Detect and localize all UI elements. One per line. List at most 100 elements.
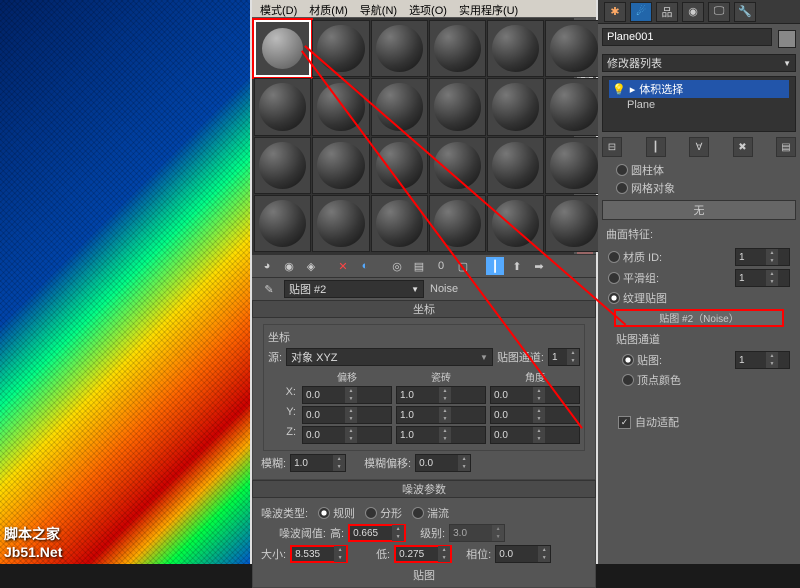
blur-offset-spinner[interactable]: 0.0▲▼ [415,454,471,472]
sample-slot[interactable] [429,195,486,252]
show-end-result-icon[interactable]: ┃ [646,137,666,157]
radio-mesh-obj[interactable]: 网格对象 [616,180,675,196]
sample-slot[interactable] [254,137,311,194]
radio-regular[interactable]: 规则 [318,505,355,521]
material-name-select[interactable]: 贴图 #2 [284,280,424,298]
sample-slot[interactable] [487,137,544,194]
y-tile-spinner[interactable]: 1.0▲▼ [396,406,486,424]
copy-icon[interactable]: ◐ [356,257,374,275]
rollout-noise-header[interactable]: 噪波参数 [252,480,596,498]
menu-options[interactable]: 选项(O) [409,2,447,15]
low-spinner[interactable]: 0.275▲▼ [394,545,452,563]
put-to-scene-icon[interactable]: ◉ [280,257,298,275]
radio-turbulence[interactable]: 湍流 [412,505,449,521]
lightbulb-icon[interactable]: 💡 [612,83,626,96]
rollout-coords-header[interactable]: 坐标 [252,300,596,318]
matid-spinner[interactable]: 1▲▼ [735,248,790,266]
sample-slot[interactable] [429,78,486,135]
color-swatch[interactable] [778,30,796,48]
sample-slot[interactable] [487,78,544,135]
x-tile-spinner[interactable]: 1.0▲▼ [396,386,486,404]
sample-slot[interactable] [429,137,486,194]
radio-vcolor[interactable]: 顶点颜色 [622,372,681,388]
none-button[interactable]: 无 [602,200,796,220]
y-offset-spinner[interactable]: 0.0▲▼ [302,406,392,424]
mod-item[interactable]: Plane [627,99,655,111]
sample-slot[interactable] [254,78,311,135]
blur-spinner[interactable]: 1.0▲▼ [290,454,346,472]
levels-spinner[interactable]: 3.0▲▼ [449,524,505,542]
thresh-label: 噪波阈值: [261,525,326,541]
modifier-list-dropdown[interactable]: 修改器列表 [602,54,796,72]
sample-slot[interactable] [254,195,311,252]
map-spinner[interactable]: 1▲▼ [735,351,790,369]
x-angle-spinner[interactable]: 0.0▲▼ [490,386,580,404]
utilities-tab-icon[interactable]: 🔧 [734,2,756,22]
radio-texmap[interactable]: 纹理贴图 [608,290,667,306]
radio-map[interactable]: 贴图: [622,352,662,368]
sample-slot-1[interactable] [254,20,311,77]
size-spinner[interactable]: 8.535▲▼ [290,545,348,563]
radio-smooth[interactable]: 平滑组: [608,270,659,286]
pick-material-icon[interactable]: ✎ [260,280,278,298]
menu-bar: 模式(D) 材质(M) 导航(N) 选项(O) 实用程序(U) [252,0,596,18]
create-tab-icon[interactable]: ✱ [604,2,626,22]
radio-cylinder[interactable]: 圆柱体 [616,162,664,178]
modifier-stack[interactable]: 💡▸体积选择 Plane [602,76,796,132]
menu-utilities[interactable]: 实用程序(U) [459,2,518,15]
remove-mod-icon[interactable]: ✖ [733,137,753,157]
z-tile-spinner[interactable]: 1.0▲▼ [396,426,486,444]
smooth-spinner[interactable]: 1▲▼ [735,269,790,287]
assign-icon[interactable]: ◈ [302,257,320,275]
material-id-icon[interactable]: 0 [432,257,450,275]
auto-checkbox[interactable]: 自动适配 [618,414,679,430]
sample-slot[interactable] [371,78,428,135]
source-dropdown[interactable]: 对象 XYZ [286,348,493,366]
sample-slot[interactable] [371,195,428,252]
radio-fractal[interactable]: 分形 [365,505,402,521]
high-spinner[interactable]: 0.665▲▼ [348,524,406,542]
sample-slot[interactable] [487,195,544,252]
modify-tab-icon[interactable]: ☄ [630,2,652,22]
sample-slot[interactable] [371,137,428,194]
menu-material[interactable]: 材质(M) [309,2,348,15]
object-name-input[interactable]: Plane001 [602,28,772,46]
make-unique-icon[interactable]: ◎ [388,257,406,275]
sample-slot[interactable] [312,137,369,194]
make-unique-icon[interactable]: ∀ [689,137,709,157]
menu-nav[interactable]: 导航(N) [360,2,397,15]
go-parent-icon[interactable]: ⬆ [508,257,526,275]
phase-spinner[interactable]: 0.0▲▼ [495,545,551,563]
sample-slot[interactable] [371,20,428,77]
mod-item[interactable]: 体积选择 [639,81,683,97]
sample-slot[interactable] [312,195,369,252]
sample-slot[interactable] [545,78,602,135]
z-offset-spinner[interactable]: 0.0▲▼ [302,426,392,444]
right-params: 圆柱体 网格对象 无 曲面特征: 材质 ID: 1▲▼ 平滑组: 1▲▼ 纹理贴… [602,162,796,430]
sample-slot[interactable] [312,20,369,77]
radio-matid[interactable]: 材质 ID: [608,249,662,265]
sample-slot[interactable] [545,137,602,194]
put-to-library-icon[interactable]: ▤ [410,257,428,275]
go-forward-icon[interactable]: ➡ [530,257,548,275]
texmap-button[interactable]: 贴图 #2（Noise） [614,309,784,327]
pin-stack-icon[interactable]: ⊟ [602,137,622,157]
x-offset-spinner[interactable]: 0.0▲▼ [302,386,392,404]
configure-icon[interactable]: ▤ [776,137,796,157]
show-in-viewport-icon[interactable]: ▢ [454,257,472,275]
get-material-icon[interactable]: ◕ [258,257,276,275]
z-angle-spinner[interactable]: 0.0▲▼ [490,426,580,444]
show-end-result-icon[interactable]: ┃ [486,257,504,275]
map-channel-spinner[interactable]: 1▲▼ [548,348,580,366]
sample-slot[interactable] [545,195,602,252]
sample-slot[interactable] [487,20,544,77]
sample-slot[interactable] [429,20,486,77]
motion-tab-icon[interactable]: ◉ [682,2,704,22]
display-tab-icon[interactable]: 🖵 [708,2,730,22]
menu-mode[interactable]: 模式(D) [260,2,297,15]
sample-slot[interactable] [545,20,602,77]
hierarchy-tab-icon[interactable]: 品 [656,2,678,22]
sample-slot[interactable] [312,78,369,135]
reset-icon[interactable]: ✕ [334,257,352,275]
y-angle-spinner[interactable]: 0.0▲▼ [490,406,580,424]
